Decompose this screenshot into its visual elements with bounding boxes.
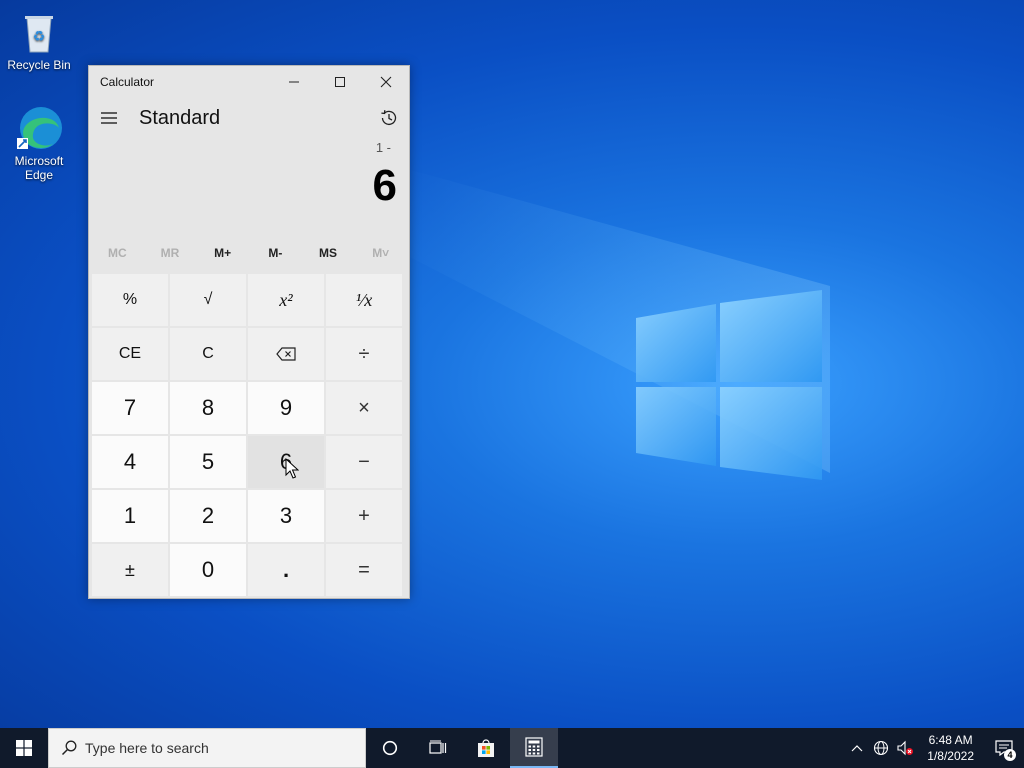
clock-time: 6:48 AM <box>928 733 973 747</box>
memory-list-button[interactable]: M˅ <box>354 246 407 260</box>
digit-8-key[interactable]: 8 <box>170 382 246 434</box>
windows-start-icon <box>16 740 32 756</box>
reciprocal-key-label: ¹⁄x <box>355 289 373 310</box>
network-globe-icon <box>874 740 889 756</box>
digit-5-key[interactable]: 5 <box>170 436 246 488</box>
network-button[interactable] <box>869 740 893 756</box>
square-key[interactable]: x² <box>248 274 324 326</box>
clear-entry-key[interactable]: CE <box>92 328 168 380</box>
digit-1-key[interactable]: 1 <box>92 490 168 542</box>
navigation-menu-button[interactable] <box>89 98 129 138</box>
desktop-icon-label: Microsoft Edge <box>14 154 64 182</box>
search-placeholder: Type here to search <box>85 740 209 756</box>
memory-clear-button[interactable]: MC <box>91 246 144 260</box>
cortana-button[interactable] <box>366 728 414 768</box>
edge-icon <box>15 104 63 152</box>
taskbar-search-box[interactable]: Type here to search <box>48 728 366 768</box>
start-button[interactable] <box>0 728 48 768</box>
close-icon <box>380 76 392 88</box>
close-button[interactable] <box>363 66 409 98</box>
windows-wallpaper-logo <box>636 290 822 480</box>
memory-add-button[interactable]: M+ <box>196 246 249 260</box>
mouse-pointer-icon <box>285 457 300 485</box>
show-hidden-icons-button[interactable] <box>845 744 869 752</box>
hamburger-icon <box>101 112 117 124</box>
multiply-key[interactable]: × <box>326 382 402 434</box>
search-icon <box>61 740 77 756</box>
calculator-mode-title: Standard <box>139 106 221 129</box>
task-view-icon <box>429 740 447 754</box>
minimize-icon <box>289 81 299 83</box>
negate-key[interactable]: ± <box>92 544 168 596</box>
digit-9-key[interactable]: 9 <box>248 382 324 434</box>
history-icon <box>381 110 397 126</box>
memory-recall-button[interactable]: MR <box>144 246 197 260</box>
clear-key[interactable]: C <box>170 328 246 380</box>
title-bar[interactable]: Calculator <box>89 66 409 98</box>
keypad: % √ x² ¹⁄x CE C ÷ 7 8 9 × 4 5 6 − 1 2 3 … <box>89 272 409 599</box>
calculator-window: Calculator Standard 1 - 6 MC MR M+ M- MS… <box>88 65 410 599</box>
memory-row: MC MR M+ M- MS M˅ <box>89 234 409 272</box>
maximize-icon <box>335 77 345 87</box>
memory-store-button[interactable]: MS <box>302 246 355 260</box>
chevron-up-icon <box>851 745 863 752</box>
system-tray: 6:48 AM 1/8/2022 4 <box>845 728 1024 768</box>
digit-4-key[interactable]: 4 <box>92 436 168 488</box>
backspace-icon <box>276 347 296 361</box>
decimal-key[interactable]: . <box>248 544 324 596</box>
task-view-button[interactable] <box>414 728 462 768</box>
microsoft-store-icon <box>478 739 494 757</box>
action-center-button[interactable]: 4 <box>984 728 1024 768</box>
cortana-icon <box>382 740 398 756</box>
subtract-key[interactable]: − <box>326 436 402 488</box>
desktop-icon-recycle-bin[interactable]: ♻ Recycle Bin <box>1 8 77 72</box>
reciprocal-key[interactable]: ¹⁄x <box>326 274 402 326</box>
taskbar: Type here to search 6:48 AM 1/8/2022 4 <box>0 728 1024 768</box>
backspace-key[interactable] <box>248 328 324 380</box>
minimize-button[interactable] <box>271 66 317 98</box>
result-display: 6 <box>372 161 397 210</box>
equals-key[interactable]: = <box>326 544 402 596</box>
square-root-key[interactable]: √ <box>170 274 246 326</box>
svg-text:♻: ♻ <box>33 29 46 45</box>
clock[interactable]: 6:48 AM 1/8/2022 <box>917 732 984 764</box>
history-button[interactable] <box>369 98 409 138</box>
digit-7-key[interactable]: 7 <box>92 382 168 434</box>
taskbar-microsoft-store[interactable] <box>462 728 510 768</box>
percent-key[interactable]: % <box>92 274 168 326</box>
notification-count-badge: 4 <box>1004 749 1016 761</box>
calculator-app-icon <box>525 737 543 757</box>
recycle-bin-icon: ♻ <box>15 8 63 56</box>
volume-muted-icon <box>897 740 914 756</box>
taskbar-calculator[interactable] <box>510 728 558 768</box>
window-title: Calculator <box>100 75 155 89</box>
desktop-icon-microsoft-edge[interactable]: Microsoft Edge <box>1 104 77 182</box>
expression-display: 1 - <box>375 140 391 155</box>
add-key[interactable]: + <box>326 490 402 542</box>
digit-3-key[interactable]: 3 <box>248 490 324 542</box>
digit-2-key[interactable]: 2 <box>170 490 246 542</box>
desktop-icon-label: Recycle Bin <box>7 58 71 72</box>
maximize-button[interactable] <box>317 66 363 98</box>
square-key-label: x² <box>279 289 293 310</box>
volume-button[interactable] <box>893 740 917 756</box>
digit-0-key[interactable]: 0 <box>170 544 246 596</box>
memory-subtract-button[interactable]: M- <box>249 246 302 260</box>
divide-key[interactable]: ÷ <box>326 328 402 380</box>
clock-date: 1/8/2022 <box>927 749 974 763</box>
